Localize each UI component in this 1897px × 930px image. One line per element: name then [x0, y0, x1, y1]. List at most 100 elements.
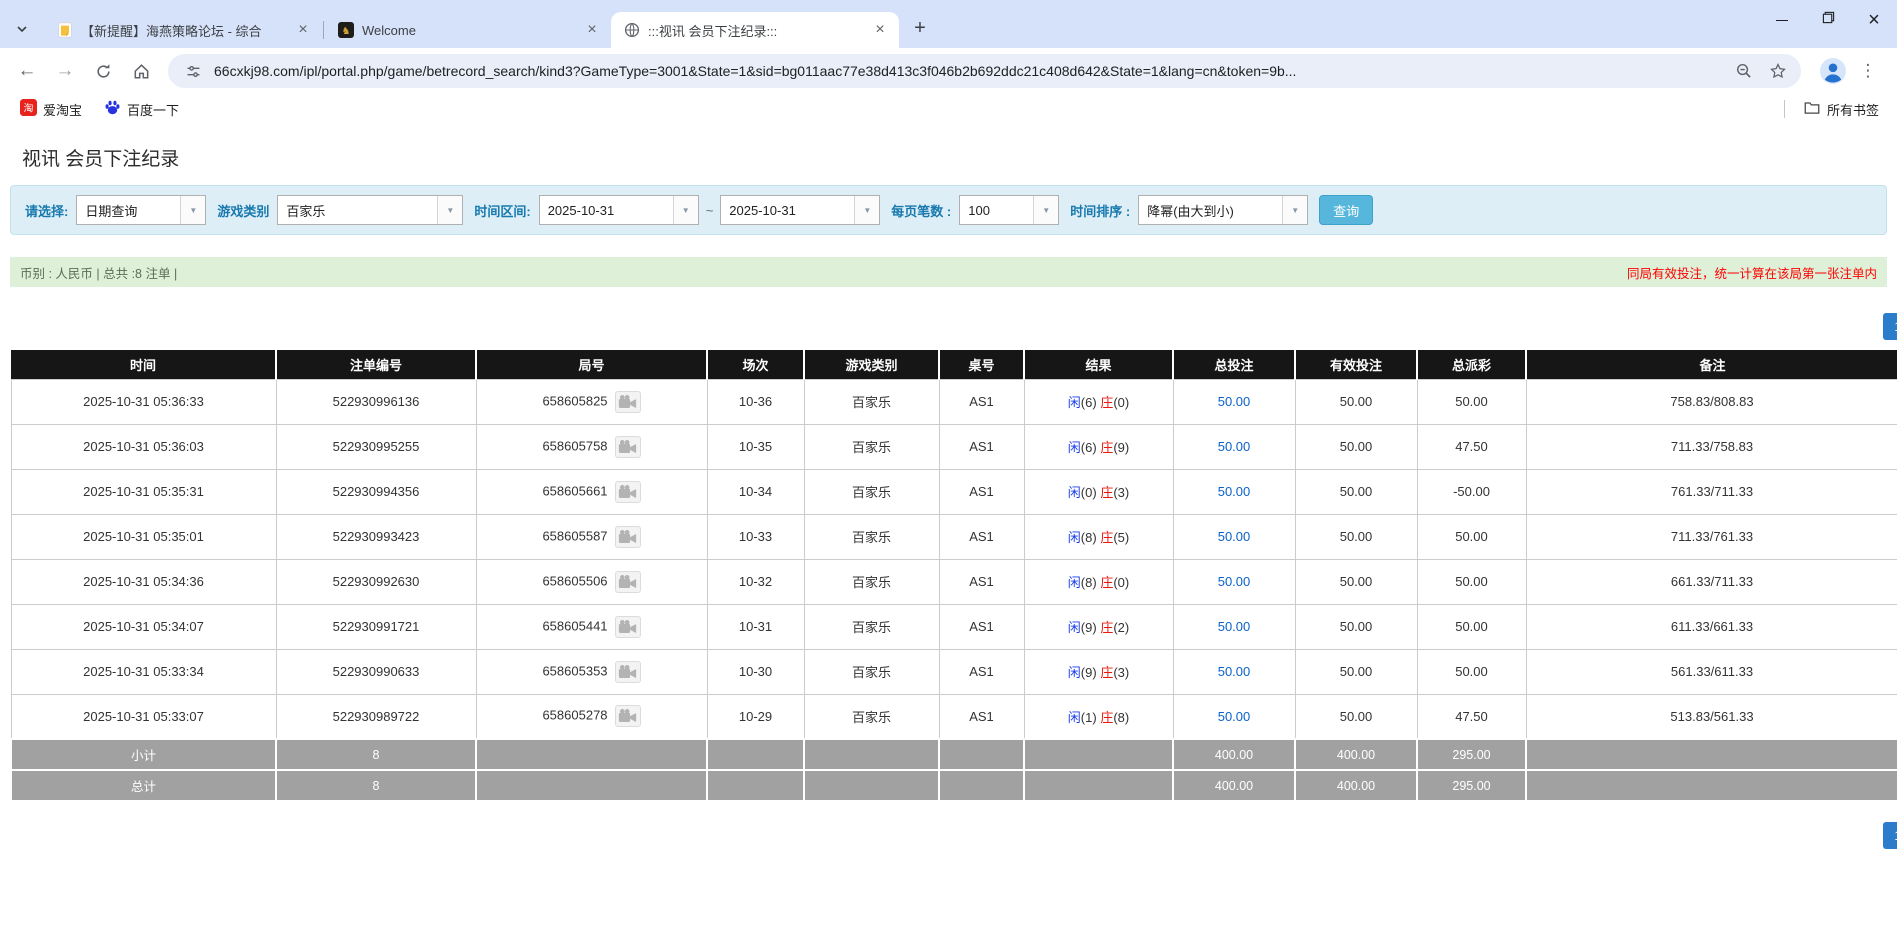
sum-cell-7 [1023, 769, 1174, 802]
note: 711.33/758.83 [1525, 423, 1897, 470]
banker-result-label: 庄 [1100, 620, 1114, 635]
total-bet-link[interactable]: 50.00 [1218, 394, 1251, 409]
player-result-score: (6) [1080, 440, 1097, 455]
back-button[interactable]: ← [10, 54, 44, 88]
video-replay-icon[interactable] [614, 570, 641, 593]
zoom-out-icon[interactable] [1731, 58, 1757, 84]
tab-welcome[interactable]: ♞ Welcome × [325, 12, 611, 48]
table-no: AS1 [938, 513, 1025, 560]
player-result-label: 闲 [1067, 440, 1081, 455]
banker-result-score: (8) [1113, 709, 1130, 725]
player-result-score: (9) [1080, 620, 1097, 635]
sum-cell-8: 400.00 [1172, 738, 1296, 771]
total-bet-link[interactable]: 50.00 [1218, 709, 1251, 724]
filter-bar: 请选择: 日期查询 ▼ 游戏类别 百家乐 ▼ 时间区间: 2025-10-31 … [10, 185, 1887, 235]
date-from-select[interactable]: 2025-10-31 ▼ [538, 195, 699, 225]
forward-button[interactable]: → [48, 54, 82, 88]
page-size-select[interactable]: 100 ▼ [959, 195, 1060, 225]
chevron-down-icon[interactable]: ▼ [437, 196, 463, 224]
date-range-separator: ~ [705, 202, 714, 218]
chevron-down-icon[interactable]: ▼ [1282, 196, 1308, 224]
bet-table-head-row: 时间 注单编号 局号 场次 游戏类别 桌号 结果 总投注 有效投注 总派彩 备注 [11, 350, 1897, 379]
player-result-score: (8) [1080, 530, 1097, 545]
video-replay-icon[interactable] [614, 660, 641, 683]
game-type: 百家乐 [803, 693, 940, 740]
total-bet-link[interactable]: 50.00 [1218, 529, 1251, 544]
close-icon[interactable]: × [871, 21, 889, 39]
video-replay-icon[interactable] [614, 525, 641, 548]
browser-toolbar: ← → 66cxkj98.com/ipl/portal.php/game/bet… [0, 48, 1897, 94]
bet-time: 2025-10-31 05:33:34 [10, 648, 277, 695]
bookmark-baidu[interactable]: 百度一下 [96, 97, 187, 121]
chevron-down-icon[interactable]: ▼ [672, 196, 698, 224]
game-type: 百家乐 [803, 378, 940, 425]
bookmark-taobao[interactable]: 淘 爱淘宝 [12, 97, 90, 121]
total-bet-cell: 50.00 [1172, 648, 1296, 695]
game-type: 百家乐 [803, 513, 940, 560]
search-button[interactable]: 查询 [1319, 195, 1374, 225]
total-bet-link[interactable]: 50.00 [1218, 619, 1251, 634]
window-close-button[interactable]: × [1851, 0, 1897, 40]
sum-cell-11 [1525, 738, 1897, 771]
tab-bet-records-active[interactable]: :::视讯 会员下注纪录::: × [611, 12, 899, 48]
site-settings-icon[interactable] [180, 58, 206, 84]
video-replay-icon[interactable] [614, 390, 641, 413]
result-cell: 闲(8) 庄(0) [1023, 558, 1174, 605]
video-replay-icon[interactable] [614, 705, 641, 728]
round-cell: 658605587 [475, 513, 708, 560]
player-result-score: (8) [1080, 575, 1097, 590]
date-to-select[interactable]: 2025-10-31 ▼ [720, 195, 881, 225]
total-bet-link[interactable]: 50.00 [1218, 664, 1251, 679]
chevron-down-icon[interactable]: ▼ [1033, 196, 1059, 224]
home-button[interactable] [124, 54, 158, 88]
session: 10-34 [706, 468, 805, 515]
summary-bar: 币别 : 人民币 | 总共 :8 注单 | 同局有效投注，统一计算在该局第一张注… [10, 257, 1887, 287]
page-button-1[interactable]: 1 [1883, 822, 1897, 849]
new-tab-button[interactable]: + [905, 13, 935, 43]
total-bet-link[interactable]: 50.00 [1218, 439, 1251, 454]
player-result-label: 闲 [1067, 575, 1081, 590]
bet-row: 2025-10-31 05:35:31 522930994356 658605661… [10, 468, 1897, 515]
chevron-down-icon[interactable]: ▼ [854, 196, 880, 224]
close-icon[interactable]: × [583, 21, 601, 39]
game-type-select[interactable]: 百家乐 ▼ [277, 195, 464, 225]
round-id: 658605661 [542, 482, 608, 498]
all-bookmarks-button[interactable]: 所有书签 [1795, 97, 1887, 122]
restore-button[interactable] [1805, 0, 1851, 40]
time-sort-select[interactable]: 降幂(由大到小) ▼ [1138, 195, 1309, 225]
bookmark-star-icon[interactable] [1765, 58, 1791, 84]
tab-favicon-document [56, 22, 73, 39]
result-cell: 闲(8) 庄(5) [1023, 513, 1174, 560]
result-cell: 闲(6) 庄(9) [1023, 423, 1174, 470]
bet-id: 522930989722 [275, 693, 477, 740]
chevron-down-icon[interactable]: ▼ [180, 196, 206, 224]
reload-button[interactable] [86, 54, 120, 88]
banker-result-score: (3) [1113, 485, 1130, 500]
payout: 50.00 [1416, 513, 1527, 560]
address-bar[interactable]: 66cxkj98.com/ipl/portal.php/game/betreco… [168, 54, 1801, 88]
total-bet-link[interactable]: 50.00 [1218, 484, 1251, 499]
video-replay-icon[interactable] [614, 615, 641, 638]
valid-bet: 50.00 [1294, 423, 1418, 470]
total-bet-link[interactable]: 50.00 [1218, 574, 1251, 589]
close-icon[interactable]: × [294, 21, 312, 39]
url-text[interactable]: 66cxkj98.com/ipl/portal.php/game/betreco… [214, 63, 1723, 79]
tab-title: 【新提醒】海燕策略论坛 - 综合 [81, 23, 262, 39]
browser-menu-icon[interactable]: ⋮ [1853, 56, 1883, 86]
banker-result-score: (2) [1113, 620, 1130, 635]
page-button-1[interactable]: 1 [1883, 313, 1897, 340]
round-cell: 658605441 [475, 603, 708, 650]
video-replay-icon[interactable] [614, 435, 641, 458]
tab-search-button[interactable] [0, 14, 44, 48]
profile-avatar[interactable] [1817, 55, 1849, 87]
minimize-button[interactable] [1759, 0, 1805, 40]
pagination-top: 1 [0, 313, 1897, 340]
valid-bet: 50.00 [1294, 603, 1418, 650]
bet-id: 522930990633 [275, 648, 477, 695]
tab-forum[interactable]: 【新提醒】海燕策略论坛 - 综合 × [44, 12, 322, 48]
video-replay-icon[interactable] [614, 480, 641, 503]
tab-strip: 【新提醒】海燕策略论坛 - 综合 × ♞ Welcome × :::视讯 会员下… [0, 0, 1897, 48]
note: 661.33/711.33 [1525, 558, 1897, 605]
query-type-select[interactable]: 日期查询 ▼ [76, 195, 207, 225]
date-range-label: 时间区间: [474, 203, 531, 219]
